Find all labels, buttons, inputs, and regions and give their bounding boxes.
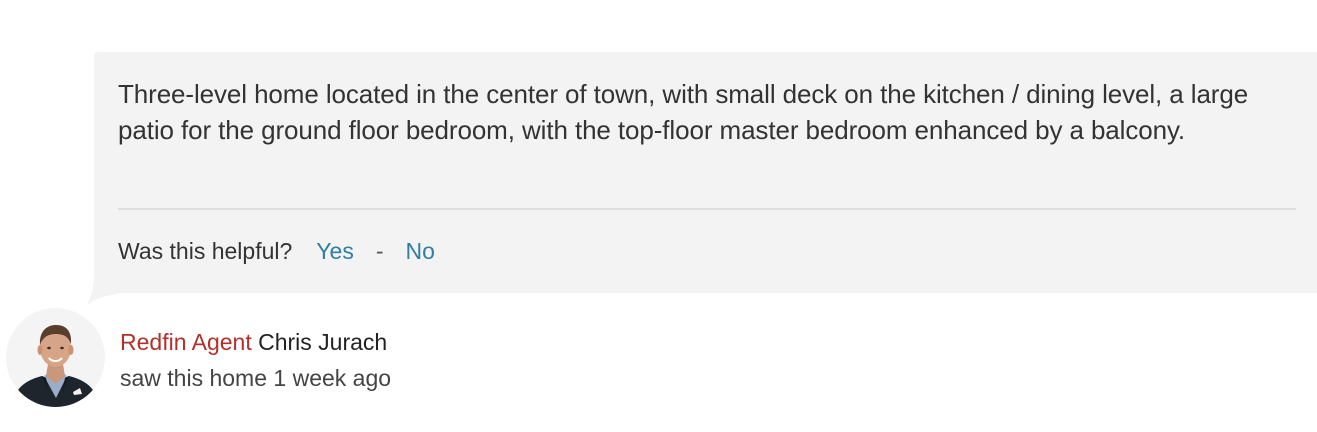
helpful-feedback-row: Was this helpful? Yes - No bbox=[118, 234, 435, 268]
agent-visit-note: saw this home 1 week ago bbox=[120, 365, 392, 391]
agent-review-card: Three-level home located in the center o… bbox=[94, 52, 1317, 293]
no-link[interactable]: No bbox=[406, 238, 435, 265]
divider bbox=[118, 208, 1296, 210]
agent-name[interactable]: Chris Jurach bbox=[258, 329, 387, 355]
agent-avatar[interactable] bbox=[6, 308, 105, 407]
agent-title-line: Redfin Agent Chris Jurach bbox=[120, 324, 391, 360]
review-text: Three-level home located in the center o… bbox=[118, 79, 1249, 145]
yes-link[interactable]: Yes bbox=[316, 238, 354, 265]
speech-bubble-tail bbox=[86, 276, 120, 306]
helpful-question: Was this helpful? bbox=[118, 237, 293, 264]
agent-byline: Redfin Agent Chris Jurach saw this home … bbox=[6, 308, 391, 407]
agent-role[interactable]: Redfin Agent bbox=[120, 329, 252, 355]
vote-separator: - bbox=[375, 237, 384, 264]
agent-info: Redfin Agent Chris Jurach saw this home … bbox=[120, 308, 391, 396]
